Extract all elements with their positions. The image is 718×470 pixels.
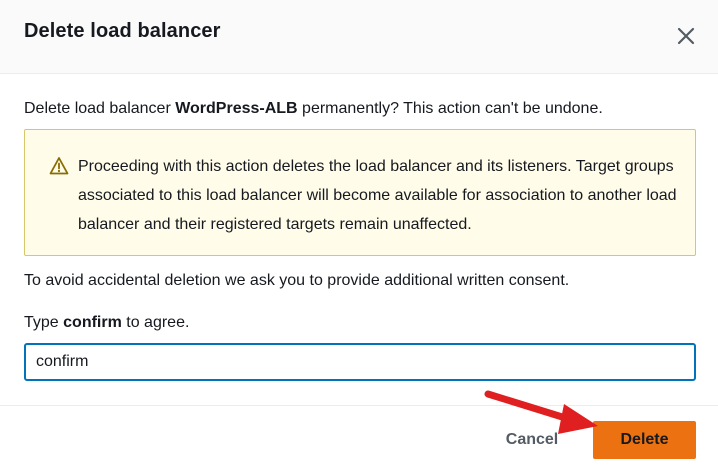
delete-intro-text: Delete load balancer WordPress-ALB perma… bbox=[24, 100, 603, 118]
warning-triangle-icon bbox=[49, 157, 69, 175]
load-balancer-name: WordPress-ALB bbox=[175, 100, 298, 117]
type-prefix: Type bbox=[24, 314, 64, 331]
close-icon bbox=[677, 27, 695, 45]
dialog-header: Delete load balancer bbox=[0, 0, 718, 74]
delete-load-balancer-dialog: Delete load balancer Delete load balance… bbox=[0, 0, 718, 470]
intro-prefix: Delete load balancer bbox=[24, 100, 176, 117]
cancel-button[interactable]: Cancel bbox=[490, 423, 574, 457]
delete-button[interactable]: Delete bbox=[593, 421, 696, 459]
intro-suffix: permanently? This action can't be undone… bbox=[297, 100, 603, 117]
dialog-title: Delete load balancer bbox=[24, 20, 221, 42]
consent-text: To avoid accidental deletion we ask you … bbox=[24, 272, 570, 289]
confirm-keyword: confirm bbox=[63, 314, 122, 331]
close-button[interactable] bbox=[672, 22, 700, 50]
dialog-footer: Cancel Delete bbox=[0, 405, 718, 470]
type-suffix: to agree. bbox=[121, 314, 190, 331]
confirm-input[interactable] bbox=[24, 343, 696, 381]
confirm-field-label: Type confirm to agree. bbox=[24, 314, 189, 332]
warning-alert: Proceeding with this action deletes the … bbox=[24, 129, 696, 256]
warning-text: Proceeding with this action deletes the … bbox=[78, 158, 677, 233]
